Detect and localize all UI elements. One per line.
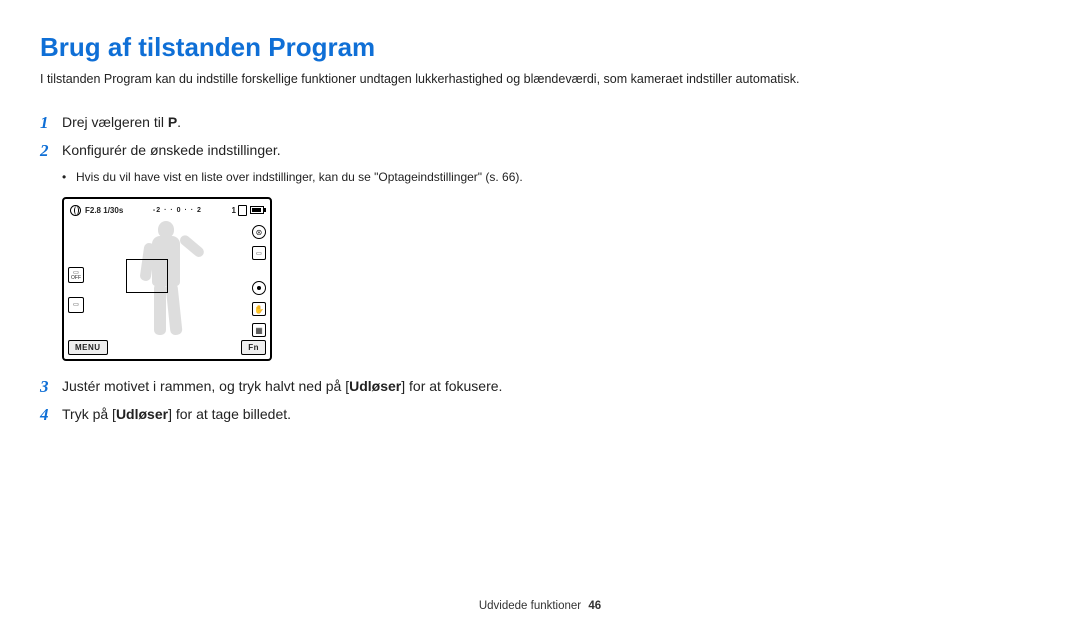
camera-right-icons: ⊛ ▭ ✋ ▦ xyxy=(252,225,266,337)
step-text: Tryk på [Udløser] for at tage billedet. xyxy=(62,405,291,424)
step-text: Drej vælgeren til P. xyxy=(62,113,181,132)
shot-count: 1 xyxy=(232,206,236,215)
step-text: Justér motivet i rammen, og tryk halvt n… xyxy=(62,377,502,396)
shutter-value: 1/30s xyxy=(103,206,123,215)
aperture-value: F2.8 xyxy=(85,206,101,215)
stabilizer-icon: ✋ xyxy=(252,302,266,316)
step3-prefix: Justér motivet i rammen, og tryk halvt n… xyxy=(62,378,349,394)
footer-section: Udvidede funktioner xyxy=(479,600,581,612)
steps-column: 1 Drej vælgeren til P. 2 Konfigurér de ø… xyxy=(40,113,600,426)
bullet-text: Hvis du vil have vist en liste over inds… xyxy=(76,169,523,186)
bullet-note: • Hvis du vil have vist en liste over in… xyxy=(62,169,600,186)
fn-button-label: Fn xyxy=(241,340,266,355)
step1-prefix: Drej vælgeren til xyxy=(62,114,168,130)
step-number: 3 xyxy=(40,377,62,397)
step-1: 1 Drej vælgeren til P. xyxy=(40,113,600,133)
bullet-icon: • xyxy=(62,169,76,186)
page-title: Brug af tilstanden Program xyxy=(40,32,1040,63)
step-number: 1 xyxy=(40,113,62,133)
step4-suffix: ] for at tage billedet. xyxy=(168,406,291,422)
shutter-bold: Udløser xyxy=(349,378,401,394)
step-number: 4 xyxy=(40,405,62,425)
shutter-bold: Udløser xyxy=(116,406,168,422)
step1-suffix: . xyxy=(177,114,181,130)
footer-page-number: 46 xyxy=(588,600,601,612)
mode-dial-label: P xyxy=(168,114,177,130)
camera-left-icons: ▭OFF ▭ xyxy=(68,267,84,313)
size-icon: ▭ xyxy=(252,246,266,260)
record-icon xyxy=(252,281,266,295)
flash-icon: ⊛ xyxy=(252,225,266,239)
camera-top-bar: F2.8 1/30s -2 · · 0 · · 2 1 xyxy=(70,203,264,217)
burst-off-icon: ▭OFF xyxy=(68,267,84,283)
sd-card-icon xyxy=(238,205,247,216)
grid-icon: ▦ xyxy=(252,323,266,337)
battery-icon xyxy=(250,206,264,214)
step4-prefix: Tryk på [ xyxy=(62,406,116,422)
step3-suffix: ] for at fokusere. xyxy=(401,378,502,394)
step-text: Konfigurér de ønskede indstillinger. xyxy=(62,141,281,160)
step-number: 2 xyxy=(40,141,62,161)
camera-screen-illustration: F2.8 1/30s -2 · · 0 · · 2 1 ▭OFF ▭ ⊛ ▭ ✋… xyxy=(62,197,272,361)
step-4: 4 Tryk på [Udløser] for at tage billedet… xyxy=(40,405,600,425)
step-2: 2 Konfigurér de ønskede indstillinger. xyxy=(40,141,600,161)
menu-button-label: MENU xyxy=(68,340,108,355)
camera-bottom-bar: MENU Fn xyxy=(68,340,266,355)
manual-page: Brug af tilstanden Program I tilstanden … xyxy=(0,0,1080,630)
intro-text: I tilstanden Program kan du indstille fo… xyxy=(40,71,1040,89)
drive-icon: ▭ xyxy=(68,297,84,313)
ev-scale: -2 · · 0 · · 2 xyxy=(153,207,202,214)
focus-frame xyxy=(126,259,168,293)
globe-icon xyxy=(70,205,81,216)
page-footer: Udvidede funktioner 46 xyxy=(0,600,1080,612)
step-3: 3 Justér motivet i rammen, og tryk halvt… xyxy=(40,377,600,397)
